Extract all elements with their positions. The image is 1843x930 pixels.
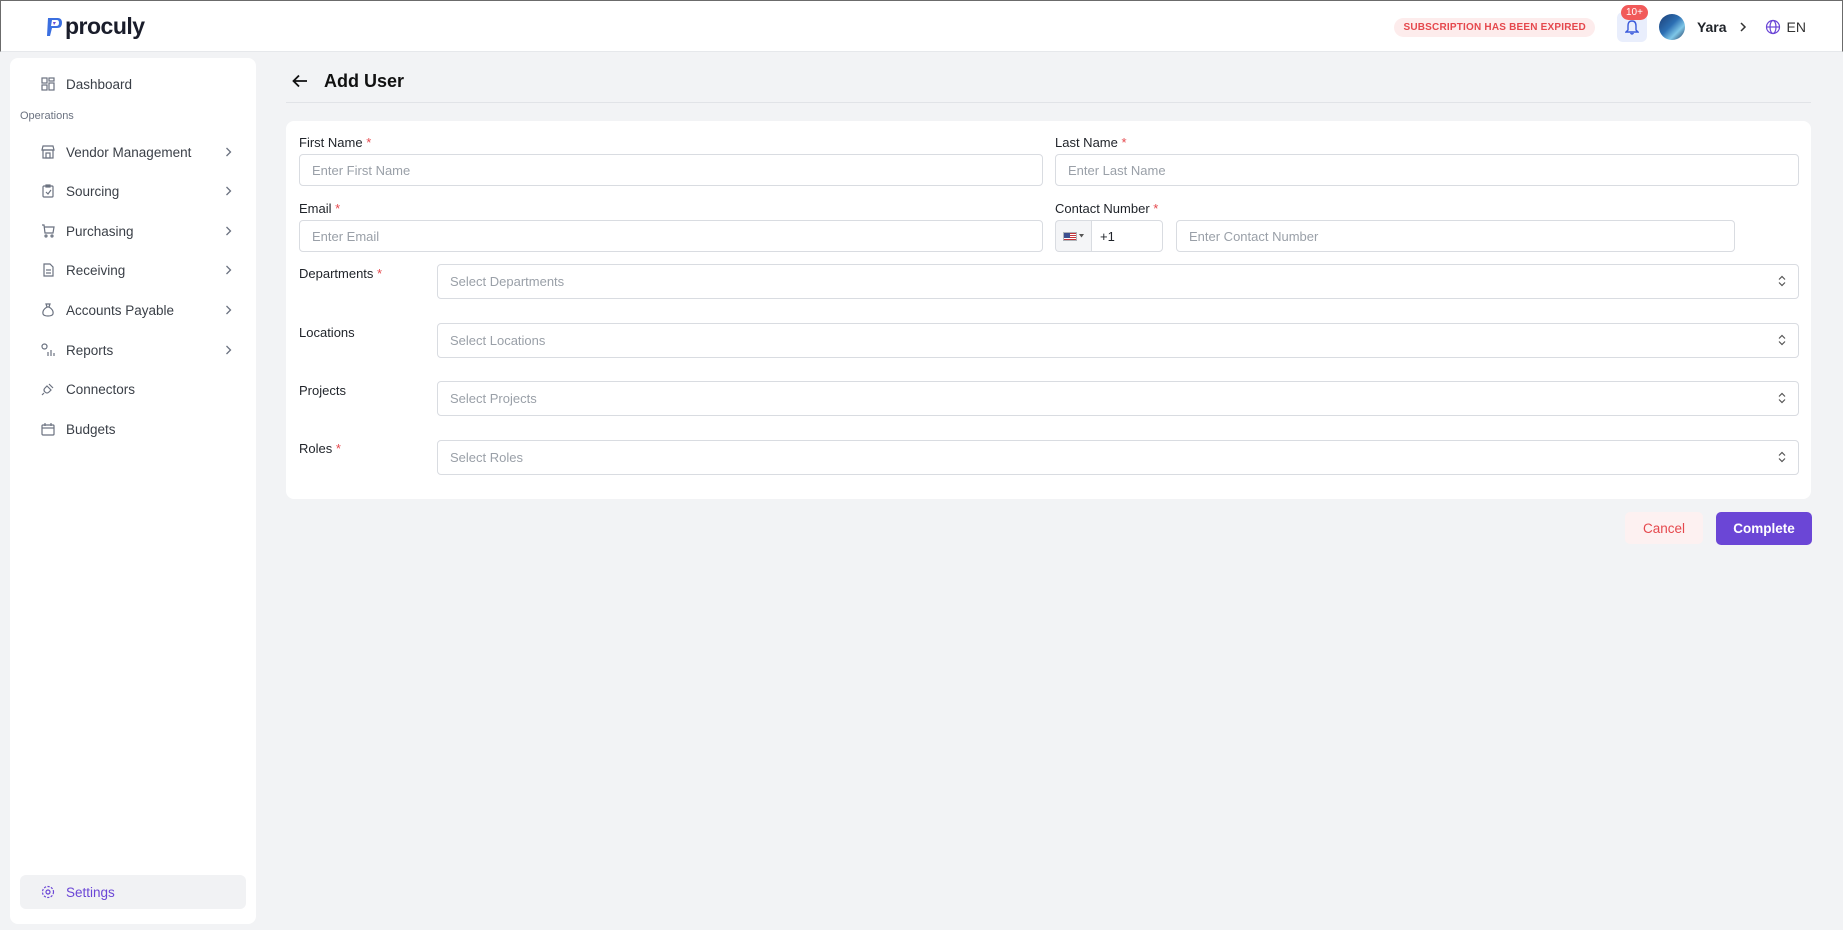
sort-updown-icon xyxy=(1778,334,1786,346)
cancel-button[interactable]: Cancel xyxy=(1625,512,1703,544)
country-code-selector[interactable] xyxy=(1055,220,1091,252)
sort-updown-icon xyxy=(1778,451,1786,463)
sidebar-item-label: Connectors xyxy=(66,381,136,397)
chevron-right-icon xyxy=(220,262,236,278)
top-bar: proculy SUBSCRIPTION HAS BEEN EXPIRED 10… xyxy=(0,0,1843,52)
sidebar-item-label: Receiving xyxy=(66,262,126,278)
brand-name: proculy xyxy=(65,13,145,39)
chevron-right-icon xyxy=(220,223,236,239)
sidebar-item-label: Sourcing xyxy=(66,183,120,199)
sidebar-item-label: Purchasing xyxy=(66,223,134,239)
notifications-button[interactable]: 10+ xyxy=(1616,5,1648,42)
first-name-label: First Name * xyxy=(299,135,372,150)
sidebar-item-label: Vendor Management xyxy=(66,144,192,160)
last-name-input[interactable] xyxy=(1055,154,1799,186)
sidebar-item-purchasing[interactable]: Purchasing xyxy=(20,214,246,248)
avatar[interactable] xyxy=(1658,14,1685,40)
clipboard-icon xyxy=(40,183,56,199)
complete-button[interactable]: Complete xyxy=(1716,512,1812,545)
departments-select[interactable]: Select Departments xyxy=(437,264,1799,299)
money-bag-icon xyxy=(40,302,56,318)
sidebar-item-label: Settings xyxy=(66,884,115,900)
calendar-icon xyxy=(40,421,56,437)
roles-select[interactable]: Select Roles xyxy=(437,440,1799,475)
chevron-right-icon xyxy=(220,183,236,199)
globe-icon xyxy=(1765,19,1780,35)
projects-label: Projects xyxy=(299,383,346,398)
chevron-right-icon xyxy=(220,302,236,318)
sidebar-item-sourcing[interactable]: Sourcing xyxy=(20,174,246,208)
page-title: Add User xyxy=(324,70,405,91)
sidebar-item-accounts-payable[interactable]: Accounts Payable xyxy=(20,293,246,327)
roles-label: Roles * xyxy=(299,441,341,456)
back-arrow-icon[interactable] xyxy=(290,71,310,91)
bar-chart-icon xyxy=(40,342,56,358)
sidebar: Dashboard Operations Vendor Management S… xyxy=(10,58,256,924)
bell-icon xyxy=(1624,19,1639,35)
chevron-right-icon xyxy=(220,342,236,358)
departments-label: Departments * xyxy=(299,266,383,281)
language-label: EN xyxy=(1786,19,1806,35)
sidebar-item-receiving[interactable]: Receiving xyxy=(20,253,246,287)
projects-placeholder: Select Projects xyxy=(450,391,537,406)
caret-down-icon xyxy=(1079,234,1084,238)
email-label: Email * xyxy=(299,201,341,216)
sidebar-item-budgets[interactable]: Budgets xyxy=(20,412,246,446)
sidebar-item-label: Reports xyxy=(66,342,114,358)
store-icon xyxy=(40,144,56,160)
proculy-logo-icon xyxy=(47,17,62,36)
locations-label: Locations xyxy=(299,325,355,340)
plug-icon xyxy=(40,381,56,397)
section-label-operations: Operations xyxy=(20,110,74,122)
user-name[interactable]: Yara xyxy=(1697,19,1727,35)
departments-placeholder: Select Departments xyxy=(450,274,565,289)
notification-count-badge: 10+ xyxy=(1620,5,1648,20)
dashboard-icon xyxy=(40,76,56,92)
locations-placeholder: Select Locations xyxy=(450,333,546,348)
sidebar-item-label: Accounts Payable xyxy=(66,302,175,318)
subscription-status-badge: SUBSCRIPTION HAS BEEN EXPIRED xyxy=(1394,17,1595,37)
cart-icon xyxy=(40,223,56,239)
locations-select[interactable]: Select Locations xyxy=(437,323,1799,358)
chevron-right-icon xyxy=(220,144,236,160)
projects-select[interactable]: Select Projects xyxy=(437,381,1799,416)
contact-number-input[interactable] xyxy=(1176,220,1735,252)
sort-updown-icon xyxy=(1778,392,1786,404)
roles-placeholder: Select Roles xyxy=(450,450,523,465)
sidebar-item-label: Budgets xyxy=(66,421,116,437)
sort-updown-icon xyxy=(1778,275,1786,287)
sidebar-item-connectors[interactable]: Connectors xyxy=(20,372,246,406)
sidebar-item-dashboard[interactable]: Dashboard xyxy=(20,67,246,101)
logo[interactable]: proculy xyxy=(45,13,145,40)
page-header: Add User xyxy=(286,60,1811,103)
sidebar-item-vendor-management[interactable]: Vendor Management xyxy=(20,135,246,169)
add-user-form: First Name * Last Name * Email * Contact… xyxy=(286,121,1811,499)
email-input[interactable] xyxy=(299,220,1043,252)
contact-number-label: Contact Number * xyxy=(1055,201,1159,216)
sidebar-item-settings[interactable]: Settings xyxy=(20,875,246,909)
document-icon xyxy=(40,262,56,278)
country-dial-code[interactable]: +1 xyxy=(1091,220,1163,252)
chevron-right-icon[interactable] xyxy=(1739,19,1747,35)
first-name-input[interactable] xyxy=(299,154,1043,186)
us-flag-icon xyxy=(1063,231,1077,241)
language-selector[interactable]: EN xyxy=(1765,19,1806,35)
sidebar-item-label: Dashboard xyxy=(66,76,133,92)
last-name-label: Last Name * xyxy=(1055,135,1127,150)
gear-icon xyxy=(40,884,56,900)
sidebar-item-reports[interactable]: Reports xyxy=(20,333,246,367)
